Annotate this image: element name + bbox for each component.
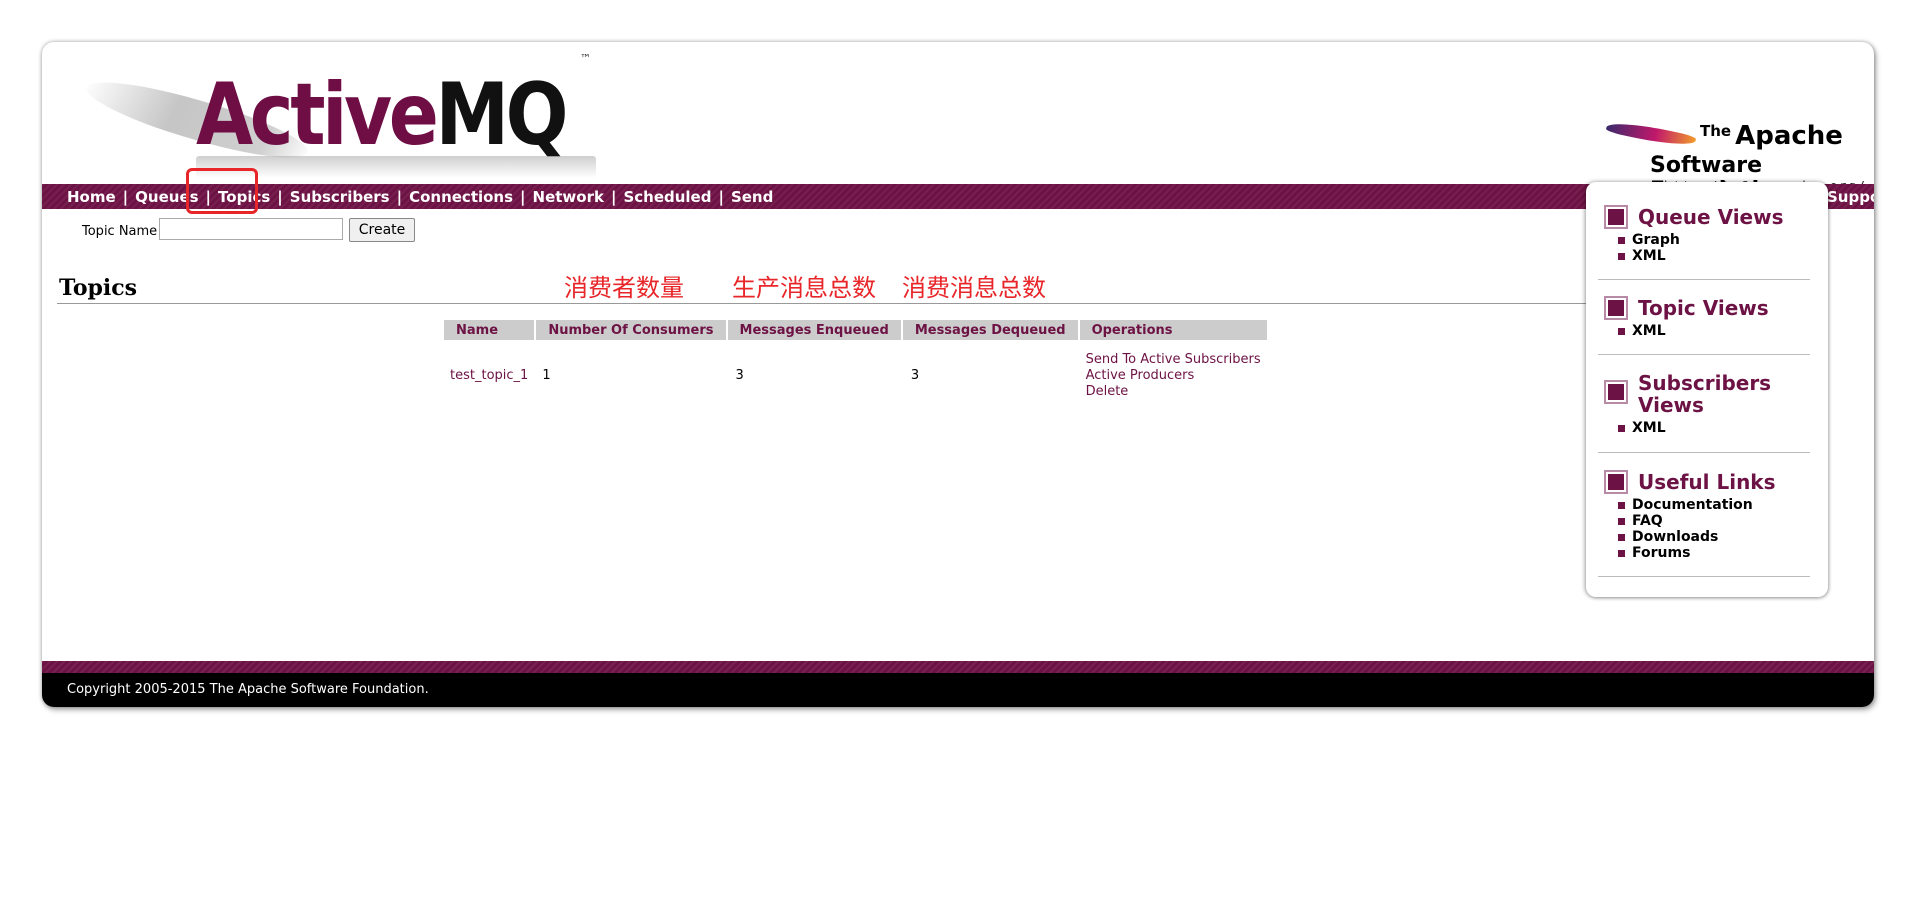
topic-name-cell: test_topic_1 — [444, 340, 534, 400]
nav-separator: | — [277, 188, 283, 206]
queue-graph-link[interactable]: Graph — [1632, 232, 1680, 248]
subscribers-views-heading: Subscribers Views — [1608, 372, 1818, 416]
sidebar-divider — [1598, 354, 1810, 355]
create-button[interactable]: Create — [349, 218, 415, 242]
send-to-active-subscribers-link[interactable]: Send To Active Subscribers — [1086, 352, 1261, 368]
useful-links-heading: Useful Links — [1608, 471, 1818, 493]
sort-dequeued-link[interactable]: Messages Dequeued — [915, 323, 1066, 338]
annotation-enqueued: 生产消息总数 — [732, 274, 876, 302]
logo-text-active: Active — [196, 65, 439, 165]
subscribers-views-title-line2: Views — [1638, 393, 1704, 417]
topic-views-heading: Topic Views — [1608, 297, 1818, 319]
sidebar-useful-links: Useful Links Documentation FAQ Downloads… — [1608, 471, 1818, 561]
topic-name-input[interactable] — [159, 218, 343, 240]
nav-network[interactable]: Network — [533, 188, 604, 206]
topics-highlight-box — [186, 168, 258, 214]
useful-links-list: Documentation FAQ Downloads Forums — [1618, 497, 1818, 561]
footer-bar — [42, 661, 1874, 673]
sidebar: Queue Views Graph XML Topic Views XML Su… — [1586, 182, 1828, 597]
apache-feather-icon — [1605, 117, 1697, 151]
subscribers-views-title-line1: Subscribers — [1638, 371, 1772, 395]
column-header-operations: Operations — [1079, 320, 1267, 340]
sort-consumers-link[interactable]: Number Of Consumers — [548, 323, 713, 338]
nav-subscribers[interactable]: Subscribers — [290, 188, 390, 206]
nav-separator: | — [610, 188, 617, 206]
list-item: XML — [1618, 248, 1818, 264]
list-item: Documentation — [1618, 497, 1818, 513]
apache-the: The — [1700, 122, 1732, 140]
subscribers-xml-link[interactable]: XML — [1632, 420, 1666, 436]
bullet-square-icon — [1608, 474, 1624, 490]
nav-links: Home | Queues | Topics | Subscribers | Connectio… — [67, 188, 1874, 206]
consumers-cell: 1 — [542, 368, 551, 383]
annotation-dequeued: 消费消息总数 — [902, 274, 1046, 302]
nav-separator: | — [520, 188, 526, 206]
queue-views-title: Queue Views — [1638, 205, 1784, 229]
column-header-name[interactable]: Name — [444, 320, 535, 340]
dequeued-cell: 3 — [910, 368, 920, 383]
trademark-symbol: ™ — [580, 52, 591, 65]
page-title: Topics — [59, 275, 138, 301]
sort-name-link[interactable]: Name — [456, 323, 498, 338]
apache-name: Apache — [1735, 121, 1843, 151]
nav-send[interactable]: Send — [731, 188, 773, 206]
nav-scheduled[interactable]: Scheduled — [623, 188, 711, 206]
subscribers-views-list: XML — [1618, 420, 1818, 436]
topic-xml-link[interactable]: XML — [1632, 323, 1666, 339]
apache-logo[interactable]: TheApache Software Foundation http://www… — [1592, 77, 1865, 203]
bullet-square-icon — [1608, 300, 1624, 316]
list-item: Forums — [1618, 545, 1818, 561]
nav-home[interactable]: Home — [67, 188, 116, 206]
sidebar-queue-views: Queue Views Graph XML — [1608, 206, 1818, 264]
faq-link[interactable]: FAQ — [1632, 513, 1663, 529]
nav-separator: | — [122, 188, 129, 206]
apache-title: The Apache — [1700, 121, 1843, 151]
list-item: XML — [1618, 323, 1818, 339]
list-item: Downloads — [1618, 529, 1818, 545]
sort-enqueued-link[interactable]: Messages Enqueued — [740, 323, 889, 338]
topics-table: Name Number Of Consumers Messages Enqueu… — [442, 320, 1269, 400]
column-header-dequeued[interactable]: Messages Dequeued — [902, 320, 1078, 340]
queue-views-list: Graph XML — [1618, 232, 1818, 264]
delete-link[interactable]: Delete — [1086, 384, 1261, 400]
list-item: FAQ — [1618, 513, 1818, 529]
topic-views-list: XML — [1618, 323, 1818, 339]
logo-text-mq: MQ — [435, 65, 569, 165]
column-header-enqueued[interactable]: Messages Enqueued — [727, 320, 901, 340]
forums-link[interactable]: Forums — [1632, 545, 1690, 561]
column-header-consumers[interactable]: Number Of Consumers — [536, 320, 726, 340]
sidebar-topic-views: Topic Views XML — [1608, 297, 1818, 339]
footer: Copyright 2005-2015 The Apache Software … — [42, 673, 1874, 707]
bullet-square-icon — [1608, 209, 1624, 225]
list-item: Graph — [1618, 232, 1818, 248]
logo-wordmark: ActiveMQ — [196, 72, 569, 158]
topic-name-link[interactable]: test_topic_1 — [450, 368, 528, 383]
queue-xml-link[interactable]: XML — [1632, 248, 1666, 264]
copyright-text: Copyright 2005-2015 The Apache Software … — [67, 682, 429, 697]
queue-views-heading: Queue Views — [1608, 206, 1818, 228]
table-header-row: Name Number Of Consumers Messages Enqueu… — [444, 320, 1267, 340]
table-row: test_topic_1 1 3 3 Send To Active Subscr… — [444, 340, 1267, 400]
list-item: XML — [1618, 420, 1818, 436]
bullet-square-icon — [1608, 384, 1624, 400]
title-divider — [57, 303, 1600, 304]
sidebar-subscribers-views: Subscribers Views XML — [1608, 372, 1818, 436]
topic-name-label: Topic Name — [82, 224, 158, 239]
nav-separator: | — [396, 188, 403, 206]
documentation-link[interactable]: Documentation — [1632, 497, 1753, 513]
nav-connections[interactable]: Connections — [409, 188, 513, 206]
nav-separator: | — [718, 188, 724, 206]
sidebar-divider — [1598, 452, 1810, 453]
operations-cell: Send To Active Subscribers Active Produc… — [1080, 340, 1267, 400]
sidebar-divider — [1598, 576, 1810, 577]
downloads-link[interactable]: Downloads — [1632, 529, 1718, 545]
nav-support[interactable]: Support — [1827, 188, 1874, 206]
enqueued-cell: 3 — [735, 368, 744, 383]
active-producers-link[interactable]: Active Producers — [1086, 368, 1261, 384]
useful-links-title: Useful Links — [1638, 470, 1776, 494]
topic-views-title: Topic Views — [1638, 296, 1769, 320]
sidebar-divider — [1598, 279, 1810, 280]
annotation-consumers: 消费者数量 — [564, 274, 684, 302]
